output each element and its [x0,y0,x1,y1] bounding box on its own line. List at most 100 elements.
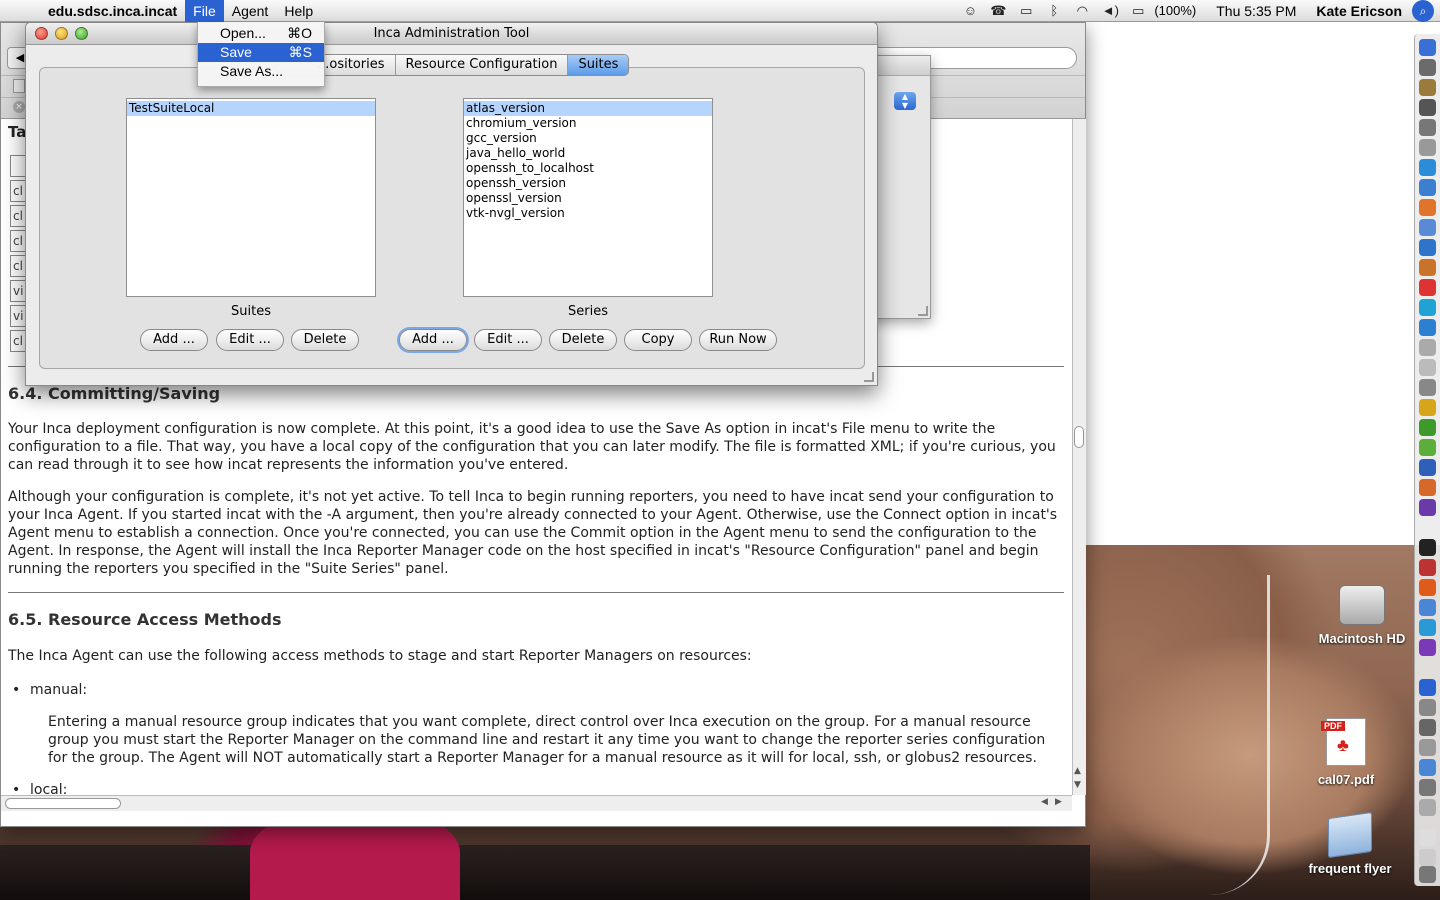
app-icon[interactable] [1419,559,1436,576]
word-icon[interactable] [1419,459,1436,476]
battery-icon[interactable]: ▭ [1124,3,1152,19]
address-book-icon[interactable] [1419,79,1436,96]
series-add-button[interactable]: Add ... [399,329,467,351]
tab-suites[interactable]: Suites [568,55,629,75]
textedit-icon[interactable] [1419,359,1436,376]
inca-titlebar[interactable]: Inca Administration Tool [26,23,877,45]
vertical-scroll-thumb[interactable] [1074,426,1084,448]
skype-icon[interactable] [1419,619,1436,636]
automator-icon[interactable] [1419,119,1436,136]
firefox-icon[interactable] [1419,199,1436,216]
list-item[interactable]: chromium_version [464,116,712,131]
finder-icon[interactable] [1419,39,1436,56]
system-prefs-icon[interactable] [1419,99,1436,116]
suite-edit-button[interactable]: Edit ... [216,329,284,351]
terminal-icon[interactable] [1419,539,1436,556]
menu-help[interactable]: Help [276,0,321,22]
excel-icon[interactable] [1419,439,1436,456]
scroll-up-arrow-icon[interactable]: ▲ [1074,766,1081,776]
horizontal-scroll-thumb[interactable] [5,798,121,809]
menu-item-label: Save As... [220,63,284,79]
menu-file[interactable]: File [185,0,224,22]
app-icon[interactable] [1419,759,1436,776]
calculator-icon[interactable] [1419,139,1436,156]
ofoto-icon[interactable] [1419,579,1436,596]
list-item[interactable]: TestSuiteLocal [127,101,375,116]
folder-icon[interactable]: frequent flyer [1300,811,1400,876]
quicktime-icon[interactable] [1419,299,1436,316]
user-icon[interactable]: ☺ [956,3,984,18]
garageband-icon[interactable] [1419,259,1436,276]
series-copy-button[interactable]: Copy [624,329,692,351]
acrobat-icon[interactable] [1419,399,1436,416]
resize-grip-icon[interactable] [864,372,874,382]
volume-icon[interactable]: ◄) [1096,3,1124,18]
itunes-icon[interactable] [1419,219,1436,236]
wifi-icon[interactable]: ◠ [1068,3,1096,19]
script-editor-icon[interactable] [1419,379,1436,396]
app-menu[interactable]: edu.sdsc.inca.incat [40,0,185,22]
series-edit-button[interactable]: Edit ... [474,329,542,351]
printer-icon[interactable] [1419,739,1436,756]
series-list[interactable]: atlas_version chromium_version gcc_versi… [463,98,713,297]
spotlight-search-icon[interactable]: ⌕ [1412,0,1434,22]
safari-icon[interactable] [1419,179,1436,196]
list-item-local: local: [12,781,68,795]
app-icon[interactable] [1419,719,1436,736]
phone-icon[interactable]: ☎ [984,3,1012,19]
suites-list[interactable]: TestSuiteLocal [126,98,376,297]
scroll-down-arrow-icon[interactable]: ▼ [1074,780,1081,790]
app-icon[interactable] [1419,699,1436,716]
menu-item-save[interactable]: Save ⌘S [198,43,324,62]
paragraph: Your Inca deployment configuration is no… [8,421,1056,473]
preview-icon[interactable] [1419,339,1436,356]
wallpaper-necklace [1180,575,1270,895]
pdf-graphic: PDF ♣ [1321,718,1366,766]
list-item[interactable]: openssl_version [464,191,712,206]
camino-icon[interactable] [1419,419,1436,436]
bookmark-icon[interactable] [13,79,25,93]
suite-add-button[interactable]: Add ... [140,329,208,351]
dashboard-icon[interactable] [1419,59,1436,76]
horizontal-scrollbar[interactable] [1,795,1072,811]
app-icon[interactable] [1419,639,1436,656]
list-item[interactable]: vtk-nvgl_version [464,206,712,221]
resize-grip-icon[interactable] [918,306,928,316]
close-tab-icon[interactable]: × [13,101,25,113]
series-run-now-button[interactable]: Run Now [699,329,777,351]
menu-agent[interactable]: Agent [224,0,277,22]
menu-item-save-as[interactable]: Save As... [198,62,324,81]
list-item[interactable]: java_hello_world [464,146,712,161]
app-icon[interactable] [1419,679,1436,696]
app-icon[interactable] [1419,599,1436,616]
harddrive-icon[interactable]: Macintosh HD [1312,585,1412,646]
mail-icon[interactable] [1419,159,1436,176]
list-item[interactable]: openssh_version [464,176,712,191]
scroll-left-arrow-icon[interactable]: ◀ [1041,797,1048,807]
menu-user-name[interactable]: Kate Ericson [1306,3,1412,19]
ical-icon[interactable] [1419,279,1436,296]
minimized-window-icon[interactable] [1419,849,1436,866]
menu-item-open[interactable]: Open... ⌘O [198,24,324,43]
app-icon[interactable] [1419,799,1436,816]
list-item[interactable]: atlas_version [464,101,712,116]
powerpoint-icon[interactable] [1419,479,1436,496]
popup-stepper-icon[interactable]: ▲ ▼ [894,92,916,110]
tab-resource-configuration[interactable]: Resource Configuration [396,55,569,75]
ichat-icon[interactable] [1419,319,1436,336]
list-item[interactable]: openssh_to_localhost [464,161,712,176]
keyboard-icon[interactable]: ▭ [1012,3,1040,19]
scroll-right-arrow-icon[interactable]: ▶ [1055,797,1062,807]
network-icon[interactable] [1419,239,1436,256]
menu-clock[interactable]: Thu 5:35 PM [1206,3,1306,19]
list-item[interactable]: gcc_version [464,131,712,146]
minimized-window-icon[interactable] [1419,829,1436,846]
app-icon[interactable] [1419,779,1436,796]
series-delete-button[interactable]: Delete [549,329,617,351]
suite-delete-button[interactable]: Delete [291,329,359,351]
trash-icon[interactable] [1419,866,1436,883]
pdf-file-icon[interactable]: PDF ♣ cal07.pdf [1306,718,1386,787]
bluetooth-icon[interactable]: ᛒ [1040,3,1068,18]
vertical-scrollbar[interactable] [1072,119,1086,795]
entourage-icon[interactable] [1419,499,1436,516]
